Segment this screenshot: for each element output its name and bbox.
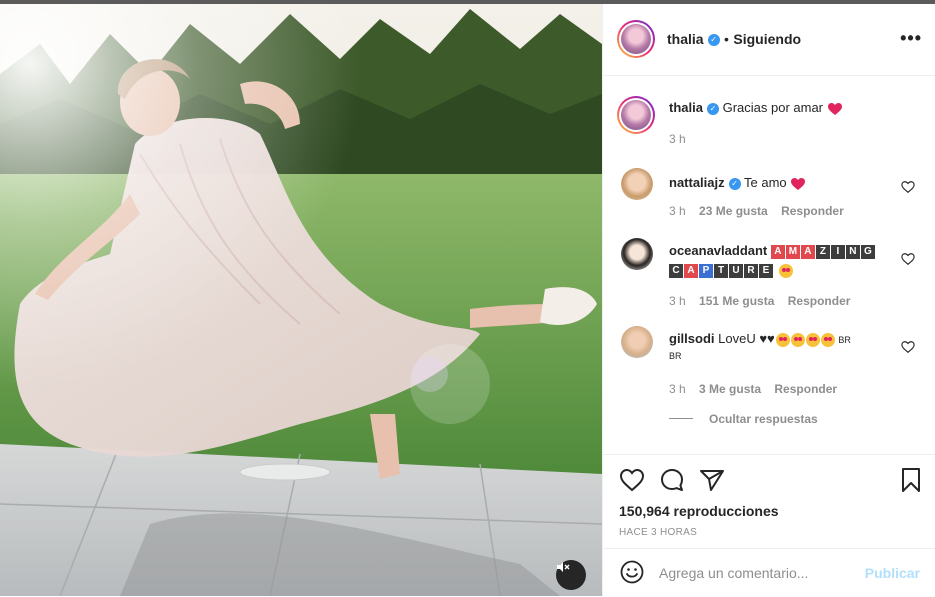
- comment-time: 3 h: [669, 204, 686, 218]
- comment-likes[interactable]: 23 Me gusta: [699, 204, 768, 218]
- caption: thalia ✓ Gracias por amar: [669, 100, 843, 116]
- bookmark-icon[interactable]: [898, 467, 924, 493]
- mute-toggle-button[interactable]: [556, 560, 586, 590]
- comment-time: 3 h: [669, 294, 686, 308]
- heart-eyes-emoji-icon: [820, 332, 835, 347]
- like-comment-heart-icon[interactable]: [901, 180, 915, 194]
- like-comment-heart-icon[interactable]: [901, 252, 915, 266]
- smiley-icon[interactable]: [619, 559, 645, 585]
- author-avatar[interactable]: [617, 20, 655, 58]
- comment-text-tail-2: BR: [669, 351, 682, 361]
- caption-text: Gracias por amar: [722, 100, 824, 115]
- video-frame-illustration: [0, 4, 602, 596]
- letter-tile: G: [860, 244, 875, 259]
- more-options-icon[interactable]: •••: [900, 28, 922, 49]
- red-heart-emoji-icon: [791, 177, 806, 190]
- commenter-avatar[interactable]: [621, 168, 653, 200]
- letter-tile: P: [699, 263, 713, 278]
- hide-replies-button[interactable]: Ocultar respuestas: [709, 412, 818, 426]
- letter-tile: N: [845, 244, 860, 259]
- comment-time: 3 h: [669, 382, 686, 396]
- heart-eyes-emoji-icon: [778, 263, 793, 278]
- comment-likes[interactable]: 3 Me gusta: [699, 382, 761, 396]
- caption-username[interactable]: thalia: [669, 100, 703, 115]
- verified-badge-icon: ✓: [728, 177, 741, 190]
- caption-time: 3 h: [669, 132, 686, 146]
- comment-input[interactable]: Agrega un comentario...: [659, 565, 808, 581]
- comment-item: nattaliajz ✓ Te amo 3 h 23 Me gusta Respo…: [621, 168, 921, 218]
- letter-tile: A: [800, 244, 815, 259]
- comment-meta: 3 h 151 Me gusta Responder: [669, 294, 850, 308]
- view-count[interactable]: 150,964 reproducciones: [619, 503, 779, 519]
- following-button[interactable]: Siguiendo: [733, 31, 801, 47]
- commenter-avatar[interactable]: [621, 326, 653, 358]
- heart-icon[interactable]: [619, 467, 645, 493]
- separator-dot: •: [724, 31, 729, 47]
- heart-eyes-emoji-icon: [790, 332, 805, 347]
- heart-eyes-emoji-icon: [775, 332, 790, 347]
- post-sidebar: thalia ✓ • Siguiendo ••• thalia ✓ Gracias …: [602, 4, 935, 596]
- comment-meta: 3 h 23 Me gusta Responder: [669, 204, 844, 218]
- letter-tile: T: [714, 263, 728, 278]
- reply-button[interactable]: Responder: [788, 294, 851, 308]
- letter-tile: C: [669, 263, 683, 278]
- like-comment-heart-icon[interactable]: [901, 340, 915, 354]
- letter-tile: U: [729, 263, 743, 278]
- comment-item: oceanavladdant AMAZING CAPTURE 3 h 151 M…: [621, 238, 921, 308]
- comment-text-tail: BR: [838, 335, 851, 345]
- comment-item: gillsodi LoveU ♥♥ BR BR 3 h 3 Me gusta R…: [621, 326, 921, 396]
- letter-tile: I: [830, 244, 845, 259]
- speaker-muted-icon: [557, 562, 570, 572]
- hide-replies-line: [669, 418, 693, 419]
- caption-author-avatar[interactable]: [617, 96, 655, 134]
- comment-likes[interactable]: 151 Me gusta: [699, 294, 774, 308]
- letter-tile: E: [759, 263, 773, 278]
- post-header: thalia ✓ • Siguiendo •••: [603, 4, 935, 76]
- letter-tile: A: [684, 263, 698, 278]
- letter-tile: M: [785, 244, 800, 259]
- verified-badge-icon: ✓: [706, 102, 719, 115]
- comment-composer: Agrega un comentario... Publicar: [603, 548, 935, 597]
- comment-text: LoveU ♥♥: [718, 331, 775, 346]
- reply-button[interactable]: Responder: [774, 382, 837, 396]
- comment-text: Te amo: [744, 175, 787, 190]
- comment-bubble-icon[interactable]: [659, 467, 685, 493]
- reply-button[interactable]: Responder: [781, 204, 844, 218]
- post-actions: 150,964 reproducciones HACE 3 HORAS: [603, 454, 935, 547]
- verified-badge-icon: ✓: [707, 33, 720, 46]
- letter-tile: Z: [815, 244, 830, 259]
- letter-tile: R: [744, 263, 758, 278]
- heart-eyes-emoji-icon: [805, 332, 820, 347]
- comment-username[interactable]: nattaliajz: [669, 175, 725, 190]
- author-username[interactable]: thalia: [667, 31, 704, 47]
- comment-meta: 3 h 3 Me gusta Responder: [669, 382, 837, 396]
- red-heart-emoji-icon: [827, 102, 842, 115]
- post-video[interactable]: [0, 4, 602, 596]
- post-timestamp[interactable]: HACE 3 HORAS: [619, 527, 697, 538]
- comment-username[interactable]: gillsodi: [669, 331, 715, 346]
- paper-plane-icon[interactable]: [699, 467, 725, 493]
- publish-button[interactable]: Publicar: [865, 565, 920, 581]
- comment-username[interactable]: oceanavladdant: [669, 243, 767, 258]
- letter-tile: A: [770, 244, 785, 259]
- commenter-avatar[interactable]: [621, 238, 653, 270]
